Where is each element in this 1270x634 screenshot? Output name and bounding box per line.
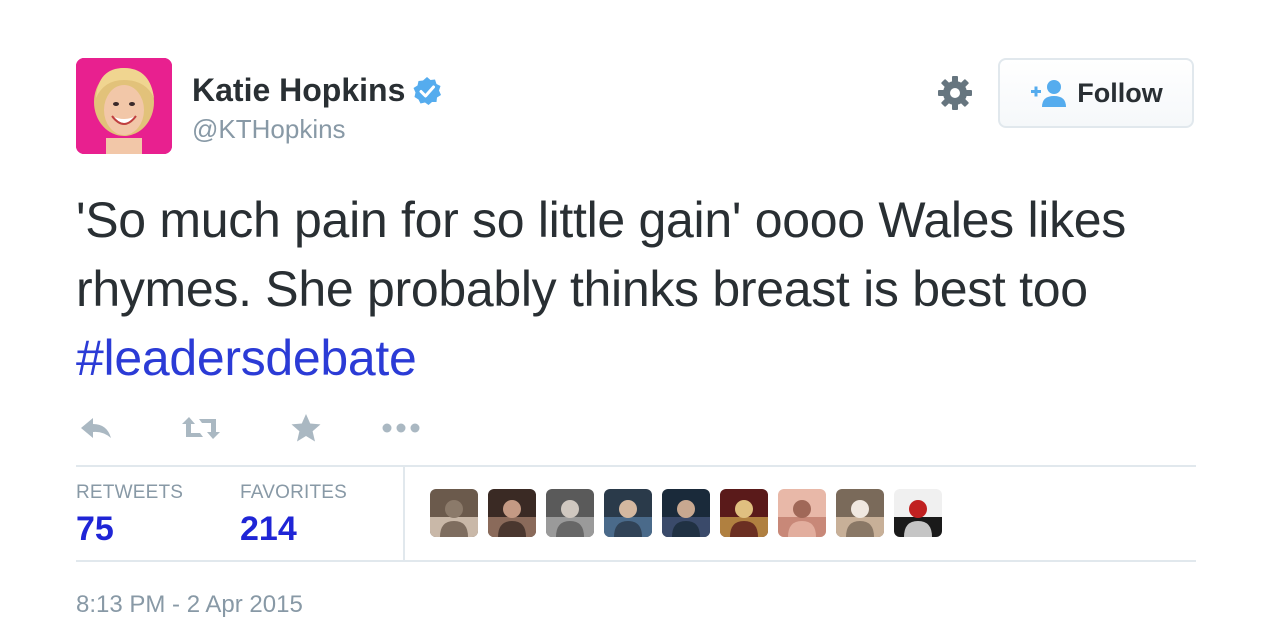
user-name[interactable]: Katie Hopkins bbox=[192, 72, 443, 109]
retweets-label: RETWEETS bbox=[76, 482, 184, 503]
favoriter-avatar[interactable] bbox=[662, 489, 710, 537]
avatar[interactable] bbox=[76, 58, 172, 154]
tweet-body: 'So much pain for so little gain' oooo W… bbox=[76, 192, 1126, 317]
tweet-text: 'So much pain for so little gain' oooo W… bbox=[76, 186, 1186, 393]
favoriter-photo bbox=[720, 489, 768, 537]
settings-button[interactable] bbox=[936, 74, 974, 112]
favorite-icon bbox=[291, 414, 321, 442]
retweets-stat[interactable]: RETWEETS 75 bbox=[76, 482, 183, 549]
timestamp[interactable]: 8:13 PM - 2 Apr 2015 bbox=[76, 591, 303, 619]
favoriter-photo bbox=[546, 489, 594, 537]
favoriter-avatar[interactable] bbox=[604, 489, 652, 537]
add-person-icon bbox=[1031, 80, 1067, 107]
hashtag-link[interactable]: #leadersdebate bbox=[76, 330, 417, 386]
favorites-label: FAVORITES bbox=[240, 482, 348, 503]
favoriter-avatar[interactable] bbox=[430, 489, 478, 537]
divider bbox=[76, 465, 1196, 467]
user-handle[interactable]: @KTHopkins bbox=[192, 114, 346, 145]
gear-icon bbox=[938, 76, 972, 110]
follow-label: Follow bbox=[1077, 77, 1163, 108]
favorite-button[interactable] bbox=[286, 408, 326, 448]
user-name-text: Katie Hopkins bbox=[192, 72, 406, 108]
more-icon bbox=[382, 423, 420, 433]
retweet-icon bbox=[182, 417, 220, 439]
favorites-count: 214 bbox=[240, 510, 297, 548]
stats-divider bbox=[403, 467, 405, 560]
favorites-stat[interactable]: FAVORITES 214 bbox=[240, 482, 347, 549]
follow-button[interactable]: Follow bbox=[998, 58, 1194, 128]
favoriter-photo bbox=[662, 489, 710, 537]
retweets-count: 75 bbox=[76, 510, 114, 548]
favoriter-avatar[interactable] bbox=[546, 489, 594, 537]
favoriter-avatar[interactable] bbox=[894, 489, 942, 537]
tweet-actions bbox=[76, 408, 421, 448]
verified-badge-icon bbox=[413, 76, 442, 105]
avatar-image bbox=[76, 58, 172, 154]
retweet-button[interactable] bbox=[181, 408, 221, 448]
favoriter-photo bbox=[604, 489, 652, 537]
favoriter-avatar[interactable] bbox=[778, 489, 826, 537]
favoriter-photo bbox=[778, 489, 826, 537]
favoriter-avatar[interactable] bbox=[720, 489, 768, 537]
favoriter-photo bbox=[430, 489, 478, 537]
divider bbox=[76, 560, 1196, 562]
reply-icon bbox=[81, 418, 111, 438]
favoriter-photo bbox=[488, 489, 536, 537]
more-button[interactable] bbox=[381, 408, 421, 448]
reply-button[interactable] bbox=[76, 408, 116, 448]
favoriters-list bbox=[430, 489, 952, 537]
favoriter-photo bbox=[836, 489, 884, 537]
favoriter-avatar[interactable] bbox=[488, 489, 536, 537]
favoriter-photo bbox=[894, 489, 942, 537]
favoriter-avatar[interactable] bbox=[836, 489, 884, 537]
